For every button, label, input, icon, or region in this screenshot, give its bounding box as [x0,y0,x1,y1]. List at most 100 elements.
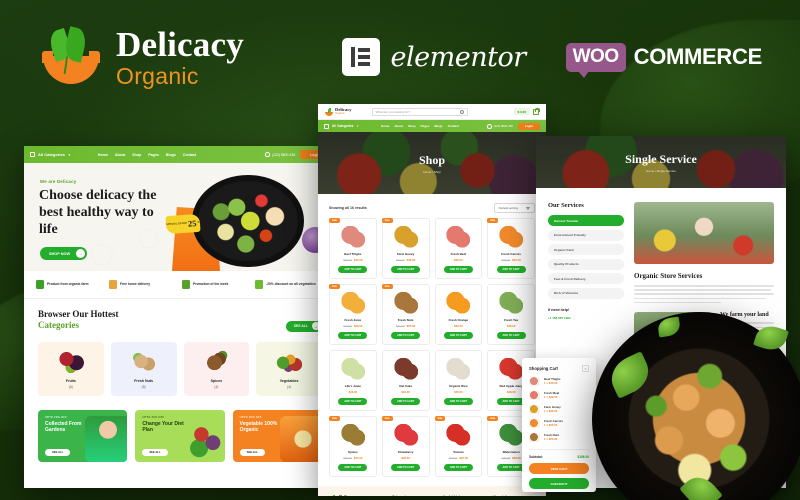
cart-icon[interactable] [533,107,541,115]
add-to-cart-button[interactable]: ADD TO CART [443,464,473,471]
promo-card-diet[interactable]: UPTO 20% OFF Change Your Diet Plan SEE A… [135,409,225,462]
paragraph-lines [634,285,774,304]
product-card[interactable]: Sale Strawberry $26.00 ADD TO CART [381,416,430,477]
view-cart-button[interactable]: VIEW CART [529,463,589,474]
category-name: Spices [210,378,223,383]
footer-brand-logo[interactable]: Delicacy Organic [329,495,383,496]
cart-item[interactable]: Fresh Carrots 1 × $25.00 [529,419,589,428]
shop-brand-logo[interactable]: Delicacy Organic [325,107,352,116]
category-card-fruits[interactable]: Fruits (6) [38,341,104,396]
search-input[interactable]: What are you looking for? [371,107,468,116]
promo-button[interactable]: SEE ALL [45,448,71,456]
add-to-cart-button[interactable]: ADD TO CART [443,332,473,339]
nav-item-about[interactable]: About [115,153,125,157]
nav-item-home[interactable]: Home [381,124,389,128]
add-to-cart-button[interactable]: ADD TO CART [443,266,473,273]
cart-title: Shopping Cart [529,366,558,371]
section-title-accent: Categories [38,320,79,331]
promo-card-organic[interactable]: UPTO 20% OFF Vegetable 100% Organic SEE … [232,409,322,462]
add-to-cart-button[interactable]: ADD TO CART [443,398,473,405]
nav-item-pages[interactable]: Pages [148,153,159,157]
sort-dropdown[interactable]: Default sorting [493,203,535,213]
categories-section-header: Browser Our Hottest Categories SEE ALL → [24,299,336,336]
sidebar-item-fast-delivery[interactable]: Fast & Fresh Delivery [548,273,624,284]
product-card[interactable]: Organic Rice $46.00 ADD TO CART [434,350,483,411]
product-card[interactable]: Oat Cake $34.00 ADD TO CART [381,350,430,411]
shop-nav-links[interactable]: Home About Shop Pages Blogs Contact [381,124,459,128]
category-card-vegetables[interactable]: Vegetables (4) [256,341,322,396]
home-nav-links[interactable]: Home About Shop Pages Blogs Contact [98,153,196,157]
close-icon[interactable]: × [582,365,589,372]
discount-badge: SPECIAL OFFER 25 % [165,213,201,235]
add-to-cart-button[interactable]: ADD TO CART [338,266,368,273]
product-image [445,424,472,446]
nav-item-blogs[interactable]: Blogs [434,124,442,128]
vegetables-image [182,415,225,462]
product-image [339,226,366,248]
cart-item[interactable]: Fresh Meat 1 × $30.00 [529,391,589,400]
nav-item-about[interactable]: About [394,124,403,128]
cart-item[interactable]: Fresh Nuts 1 × $25.00 [529,433,589,442]
product-image [339,292,366,314]
shop-page-mockup[interactable]: Delicacy Organic What are you looking fo… [318,104,546,496]
product-card[interactable]: Sale Fresh Carrots $30.00 $25.00 ADD TO CART [487,218,535,279]
add-to-cart-button[interactable]: ADD TO CART [338,398,368,405]
cart-summary[interactable]: $ 0.00 [513,107,541,115]
nav-item-shop[interactable]: Shop [132,153,141,157]
footer-column-useful-links: Useful Links Payment & Tax Terms of Serv… [443,495,485,496]
sidebar-item-quality-products[interactable]: Quality Products [548,258,624,270]
product-price: $40.00 $36.00 [396,258,416,262]
nav-item-contact[interactable]: Contact [448,124,459,128]
nav-item-shop[interactable]: Shop [408,124,416,128]
product-card[interactable]: Fresh Beef $30.00 ADD TO CART [434,218,483,279]
all-categories-dropdown[interactable]: All Categories ▼ [30,152,71,157]
all-categories-dropdown[interactable]: All Categories ▼ [324,123,359,129]
sidebar-item-environment-friendly[interactable]: Environment Friendly [548,229,624,241]
product-card[interactable]: Sale Spices $50.00 $40.00 ADD TO CART [329,416,377,477]
sale-badge: Sale [487,218,499,223]
sidebar-item-rich-vitamins[interactable]: Rich of Vitamins [548,287,624,299]
promo-button[interactable]: SEE ALL [239,448,265,456]
login-button[interactable]: Login [517,122,540,130]
product-card[interactable]: Fresh Orange $29.00 ADD TO CART [434,284,483,345]
sidebar-item-harvest-transfer[interactable]: Harvest Transfer [548,215,624,226]
nav-item-blogs[interactable]: Blogs [166,153,176,157]
search-icon[interactable] [459,109,464,114]
add-to-cart-button[interactable]: ADD TO CART [391,266,421,273]
see-all-categories-button[interactable]: SEE ALL → [285,320,322,332]
promo-card-gardens[interactable]: UPTO 20% OFF Collected From Gardens SEE … [38,409,128,462]
product-card[interactable]: Sale Beef Thighs $50.00 $40.00 ADD TO CART [329,218,377,279]
product-price: $30.00 $25.00 [448,456,468,460]
add-to-cart-button[interactable]: ADD TO CART [391,398,421,405]
product-card[interactable]: Sale Farm Honey $40.00 $36.00 ADD TO CART [381,218,430,279]
product-card[interactable]: Sale Tomato $30.00 $25.00 ADD TO CART [434,416,483,477]
help-phone[interactable]: +1 168 555 1984 [548,316,624,320]
page-title: Single Service [625,151,697,166]
nav-item-home[interactable]: Home [98,153,108,157]
add-to-cart-button[interactable]: ADD TO CART [338,464,368,471]
shop-now-button[interactable]: SHOP NOW → [40,247,88,260]
add-to-cart-button[interactable]: ADD TO CART [338,332,368,339]
category-card-spices[interactable]: Spices (4) [183,341,250,396]
product-card[interactable]: Life's Juice $36.00 ADD TO CART [329,350,377,411]
product-name: Fresh Beef [450,252,467,256]
sidebar-item-organic-farm[interactable]: Organic Farm [548,244,624,255]
promo-button[interactable]: SEE ALL [142,448,168,456]
add-to-cart-button[interactable]: ADD TO CART [391,464,421,471]
cart-item[interactable]: Farm Honey 1 × $36.00 [529,405,589,414]
home-page-mockup[interactable]: All Categories ▼ Home About Shop Pages B… [24,146,336,488]
category-card-fresh-nuts[interactable]: Fresh Nuts (5) [110,341,177,396]
nav-item-contact[interactable]: Contact [183,153,196,157]
brand-title: Delicacy [116,24,244,64]
add-to-cart-button[interactable]: ADD TO CART [496,332,526,339]
checkout-button[interactable]: CHECKOUT [529,478,589,489]
nav-item-pages[interactable]: Pages [421,124,430,128]
cart-item[interactable]: Beef Thighs 1 × $40.00 [529,377,589,386]
cart-item-qty: 1 × $30.00 [544,395,558,400]
product-card[interactable]: Sale Fresh Juice $30.00 $26.00 ADD TO CART [329,284,377,345]
product-card[interactable]: Sale Fresh Nuts $30.00 $25.00 ADD TO CART [381,284,430,345]
shopping-cart-popup[interactable]: Shopping Cart × Beef Thighs 1 × $40.00 Fre… [522,358,596,492]
product-card[interactable]: Fresh Tea $46.00 ADD TO CART [487,284,535,345]
add-to-cart-button[interactable]: ADD TO CART [391,332,421,339]
add-to-cart-button[interactable]: ADD TO CART [496,266,526,273]
